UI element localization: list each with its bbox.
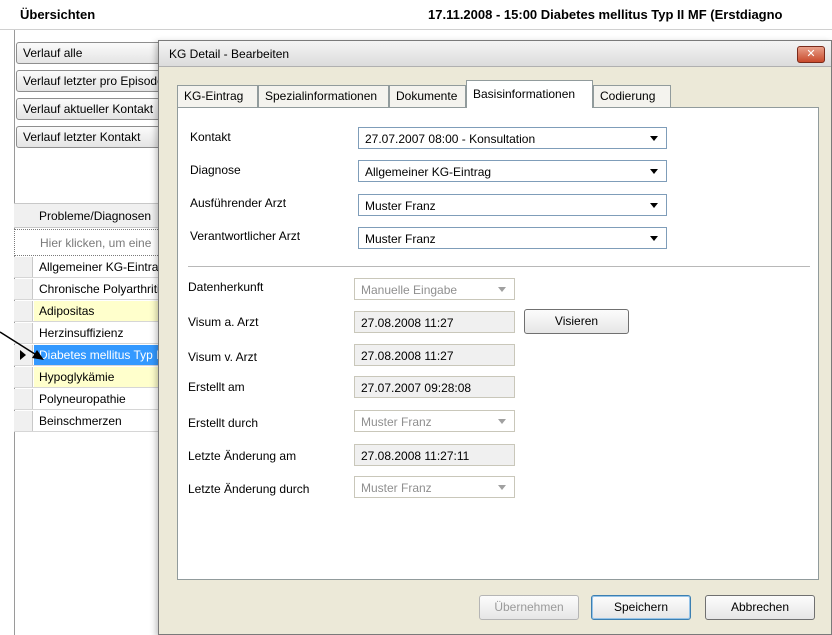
uebernehmen-button[interactable]: Übernehmen (479, 595, 579, 620)
dialog-title: KG Detail - Bearbeiten (169, 47, 290, 61)
ausfuehrender-arzt-select[interactable]: Muster Franz (358, 194, 667, 216)
close-button[interactable]: ✕ (797, 46, 825, 63)
letzte-aenderung-durch-value: Muster Franz (361, 481, 432, 495)
chevron-down-icon (498, 287, 506, 292)
table-row[interactable]: Chronische Polyarthritis (14, 279, 164, 300)
letzte-aenderung-am-field: 27.08.2008 11:27:11 (354, 444, 515, 466)
table-row[interactable]: Beinschmerzen (14, 411, 164, 432)
kontakt-label: Kontakt (190, 130, 231, 144)
letzte-aenderung-durch-select: Muster Franz (354, 476, 515, 498)
kontakt-value: 27.07.2007 08:00 - Konsultation (365, 132, 536, 146)
row-label: Polyneuropathie (39, 392, 126, 406)
close-icon: ✕ (806, 48, 816, 60)
datenherkunft-value: Manuelle Eingabe (361, 283, 458, 297)
tab-kg-eintrag[interactable]: KG-Eintrag (177, 85, 258, 107)
visum-a-arzt-label: Visum a. Arzt (188, 315, 259, 329)
top-bar: Übersichten 17.11.2008 - 15:00 Diabetes … (0, 0, 832, 30)
ausfuehrender-arzt-value: Muster Franz (365, 199, 436, 213)
visum-v-arzt-field: 27.08.2008 11:27 (354, 344, 515, 366)
kg-detail-dialog: KG Detail - Bearbeiten ✕ KG-Eintrag Spez… (158, 40, 832, 635)
grid-filter-row[interactable]: Hier klicken, um eine (14, 229, 164, 256)
erstellt-durch-select: Muster Franz (354, 410, 515, 432)
visum-a-arzt-field: 27.08.2008 11:27 (354, 311, 515, 333)
visum-v-arzt-label: Visum v. Arzt (188, 350, 257, 364)
ausfuehrender-arzt-label: Ausführender Arzt (190, 196, 287, 210)
chevron-down-icon (650, 169, 658, 174)
abbrechen-button[interactable]: Abbrechen (705, 595, 815, 620)
row-label: Herzinsuffizienz (39, 326, 124, 340)
row-label: Allgemeiner KG-Eintrag (39, 260, 163, 274)
tab-dokumente[interactable]: Dokumente (389, 85, 466, 107)
chevron-down-icon (498, 419, 506, 424)
erstellt-am-value: 27.07.2007 09:28:08 (361, 381, 472, 395)
diagnose-value: Allgemeiner KG-Eintrag (365, 165, 492, 179)
section-divider (188, 266, 810, 267)
chevron-down-icon (650, 136, 658, 141)
record-title: 17.11.2008 - 15:00 Diabetes mellitus Typ… (428, 7, 783, 22)
row-selector[interactable] (14, 411, 33, 431)
verantwortlicher-arzt-value: Muster Franz (365, 232, 436, 246)
verantwortlicher-arzt-select[interactable]: Muster Franz (358, 227, 667, 249)
basisinformationen-page: Kontakt 27.07.2007 08:00 - Konsultation … (177, 107, 819, 580)
annotation-arrow-icon (0, 331, 44, 360)
datenherkunft-label: Datenherkunft (188, 280, 264, 294)
chevron-down-icon (498, 485, 506, 490)
dialog-titlebar[interactable]: KG Detail - Bearbeiten ✕ (159, 41, 831, 67)
kontakt-select[interactable]: 27.07.2007 08:00 - Konsultation (358, 127, 667, 149)
table-row[interactable]: Polyneuropathie (14, 389, 164, 410)
tab-spezialinformationen[interactable]: Spezialinformationen (258, 85, 389, 107)
row-selector[interactable] (14, 257, 33, 277)
letzte-aenderung-am-label: Letzte Änderung am (188, 449, 297, 463)
letzte-aenderung-am-value: 27.08.2008 11:27:11 (361, 449, 470, 463)
chevron-down-icon (650, 203, 658, 208)
visieren-button[interactable]: Visieren (524, 309, 629, 334)
datenherkunft-select: Manuelle Eingabe (354, 278, 515, 300)
filter-placeholder: Hier klicken, um eine (40, 236, 152, 250)
erstellt-durch-value: Muster Franz (361, 415, 432, 429)
verantwortlicher-arzt-label: Verantwortlicher Arzt (190, 229, 301, 243)
visum-a-arzt-value: 27.08.2008 11:27 (361, 316, 454, 330)
tab-basisinformationen[interactable]: Basisinformationen (466, 80, 593, 108)
row-label: Chronische Polyarthritis (39, 282, 163, 296)
table-row[interactable]: Adipositas (14, 301, 164, 322)
chevron-down-icon (650, 236, 658, 241)
row-label: Beinschmerzen (39, 414, 122, 428)
diagnose-select[interactable]: Allgemeiner KG-Eintrag (358, 160, 667, 182)
erstellt-am-label: Erstellt am (188, 380, 245, 394)
row-selector[interactable] (14, 367, 33, 387)
letzte-aenderung-durch-label: Letzte Änderung durch (188, 482, 310, 496)
row-selector[interactable] (14, 389, 33, 409)
diagnose-label: Diagnose (190, 163, 241, 177)
erstellt-durch-label: Erstellt durch (188, 416, 259, 430)
row-selector[interactable] (14, 279, 33, 299)
table-row[interactable]: Allgemeiner KG-Eintrag (14, 257, 164, 278)
row-label: Diabetes mellitus Typ II (39, 348, 163, 362)
row-label: Hypoglykämie (39, 370, 115, 384)
tab-codierung[interactable]: Codierung (593, 85, 671, 107)
speichern-button[interactable]: Speichern (591, 595, 691, 620)
row-selector[interactable] (14, 301, 33, 321)
table-row[interactable]: Hypoglykämie (14, 367, 164, 388)
diagnoses-grid-header[interactable]: Probleme/Diagnosen (14, 203, 164, 228)
visum-v-arzt-value: 27.08.2008 11:27 (361, 349, 454, 363)
row-label: Adipositas (39, 304, 95, 318)
overview-title: Übersichten (20, 7, 96, 22)
column-header-probleme: Probleme/Diagnosen (39, 209, 152, 223)
erstellt-am-field: 27.07.2007 09:28:08 (354, 376, 515, 398)
